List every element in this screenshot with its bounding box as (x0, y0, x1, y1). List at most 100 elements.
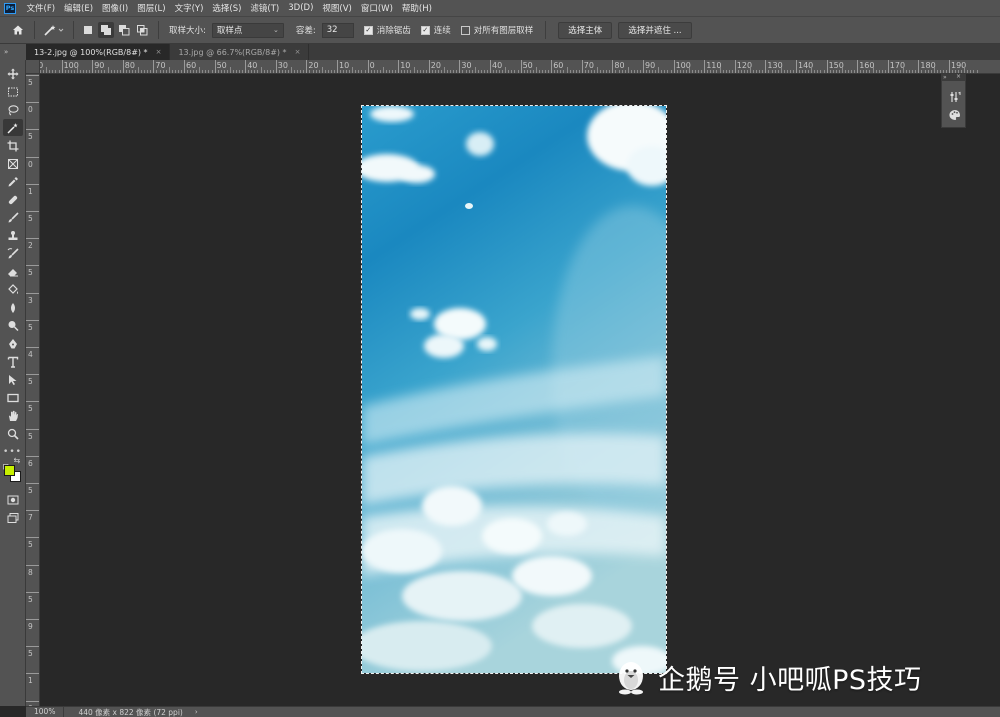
ruler-label: 30 (461, 61, 472, 70)
healing-brush-tool-icon[interactable] (3, 191, 23, 208)
tolerance-input[interactable]: 32 (321, 22, 354, 38)
close-icon[interactable]: × (156, 48, 162, 56)
zoom-tool-icon[interactable] (3, 425, 23, 442)
ruler-minor-tick (976, 70, 978, 73)
ruler-minor-tick (548, 70, 550, 73)
ruler-minor-tick (909, 70, 911, 73)
ruler-minor-tick (517, 70, 519, 73)
ruler-tick (26, 510, 39, 512)
marquee-tool-icon[interactable] (3, 83, 23, 100)
select-and-mask-button[interactable]: 选择并遮住 ... (618, 21, 692, 39)
tab-13-2-jpg[interactable]: 13-2.jpg @ 100%(RGB/8#) * × (26, 44, 171, 60)
ruler-tick (459, 60, 461, 73)
sky-image-document[interactable] (361, 105, 667, 674)
sample-all-layers-checkbox[interactable]: ✓ (460, 25, 470, 35)
blur-tool-icon[interactable] (3, 299, 23, 316)
menu-help[interactable]: 帮助(H) (397, 2, 436, 14)
hand-tool-icon[interactable] (3, 407, 23, 424)
quick-mask-icon[interactable] (3, 491, 23, 508)
canvas-area[interactable] (40, 74, 1000, 706)
ruler-origin[interactable] (26, 60, 40, 74)
magic-wand-tool-icon[interactable] (2, 119, 23, 136)
lasso-tool-icon[interactable] (3, 101, 23, 118)
ruler-label: 10 (40, 61, 43, 70)
status-menu-arrow-icon[interactable]: › (195, 708, 198, 716)
ruler-minor-tick (884, 70, 886, 73)
swap-colors-icon[interactable]: ⇆ (14, 456, 21, 465)
screen-mode-icon[interactable] (3, 509, 23, 526)
contiguous-checkbox[interactable]: ✓ (420, 25, 430, 35)
ruler-tick (826, 60, 828, 73)
ruler-tick (153, 60, 155, 73)
ruler-minor-tick (413, 67, 415, 73)
menu-edit[interactable]: 编辑(E) (60, 2, 98, 14)
ruler-tick (26, 619, 39, 620)
close-icon[interactable]: × (295, 48, 301, 56)
ruler-tick (612, 60, 614, 73)
menu-type[interactable]: 文字(Y) (170, 2, 208, 14)
frame-tool-icon[interactable] (3, 155, 23, 172)
ruler-minor-tick (594, 70, 596, 73)
color-palette-icon[interactable] (949, 109, 961, 121)
horizontal-ruler[interactable]: 1010090807060504030201001020304050607080… (40, 60, 1000, 74)
zoom-level[interactable]: 100% (26, 706, 65, 717)
home-icon[interactable] (8, 21, 28, 39)
toolbar-collapse-icon[interactable]: » (0, 44, 26, 60)
ruler-minor-tick (281, 70, 283, 73)
foreground-color-swatch[interactable] (3, 465, 15, 476)
menu-file[interactable]: 文件(F) (22, 2, 60, 14)
ruler-minor-tick (747, 70, 749, 73)
ruler-label: 50 (216, 61, 227, 70)
menu-view[interactable]: 视图(V) (318, 2, 356, 14)
add-selection-mode-button[interactable] (98, 22, 114, 38)
ruler-tick (887, 60, 889, 73)
close-icon[interactable]: × (956, 73, 961, 80)
type-tool-icon[interactable] (3, 353, 23, 370)
ruler-minor-tick (725, 70, 727, 73)
subtract-selection-mode-button[interactable] (116, 22, 132, 38)
menu-filter[interactable]: 滤镜(T) (246, 2, 284, 14)
menu-3d[interactable]: 3D(D) (284, 3, 318, 13)
adjustments-icon[interactable] (949, 91, 961, 103)
ruler-minor-tick (232, 70, 234, 73)
rectangle-tool-icon[interactable] (3, 389, 23, 406)
ruler-minor-tick (79, 70, 81, 73)
menu-layer[interactable]: 图层(L) (133, 2, 170, 14)
magic-wand-preset-icon[interactable] (41, 21, 67, 39)
ruler-minor-tick (639, 70, 641, 73)
watermark-text: 企鹅号 小吧呱PS技巧 (658, 665, 922, 696)
ruler-minor-tick (799, 70, 801, 73)
paint-bucket-tool-icon[interactable] (3, 281, 23, 298)
pen-tool-icon[interactable] (3, 335, 23, 352)
vertical-ruler[interactable]: 505015253545556575859510 (26, 74, 40, 706)
menu-window[interactable]: 窗口(W) (356, 2, 397, 14)
eyedropper-tool-icon[interactable] (3, 173, 23, 190)
eraser-tool-icon[interactable] (3, 263, 23, 280)
clone-stamp-tool-icon[interactable] (3, 227, 23, 244)
new-selection-mode-button[interactable] (80, 22, 96, 38)
tab-13-jpg[interactable]: 13.jpg @ 66.7%(RGB/8#) * × (170, 44, 310, 60)
ruler-minor-tick (627, 67, 629, 73)
path-selection-tool-icon[interactable] (3, 371, 23, 388)
select-subject-button[interactable]: 选择主体 (558, 21, 613, 39)
menu-select[interactable]: 选择(S) (208, 2, 246, 14)
sample-size-dropdown[interactable]: 取样点 ⌄ (211, 22, 284, 38)
ruler-minor-tick (811, 67, 813, 73)
ruler-minor-tick (385, 70, 387, 73)
anti-alias-label: 消除锯齿 (376, 26, 411, 36)
dodge-tool-icon[interactable] (3, 317, 23, 334)
ruler-minor-tick (324, 70, 326, 73)
history-brush-tool-icon[interactable] (3, 245, 23, 262)
default-colors-icon[interactable] (2, 457, 11, 472)
brush-tool-icon[interactable] (3, 209, 23, 226)
ruler-minor-tick (260, 67, 262, 73)
crop-tool-icon[interactable] (3, 137, 23, 154)
move-tool-icon[interactable] (3, 65, 23, 82)
ruler-label: 5 (28, 540, 33, 550)
expand-panels-icon[interactable]: » (941, 74, 966, 81)
intersect-selection-mode-button[interactable] (134, 22, 150, 38)
menu-image[interactable]: 图像(I) (98, 2, 133, 14)
ruler-minor-tick (410, 70, 412, 73)
anti-alias-checkbox[interactable]: ✓ (363, 25, 373, 35)
ruler-label: 20 (308, 61, 319, 70)
